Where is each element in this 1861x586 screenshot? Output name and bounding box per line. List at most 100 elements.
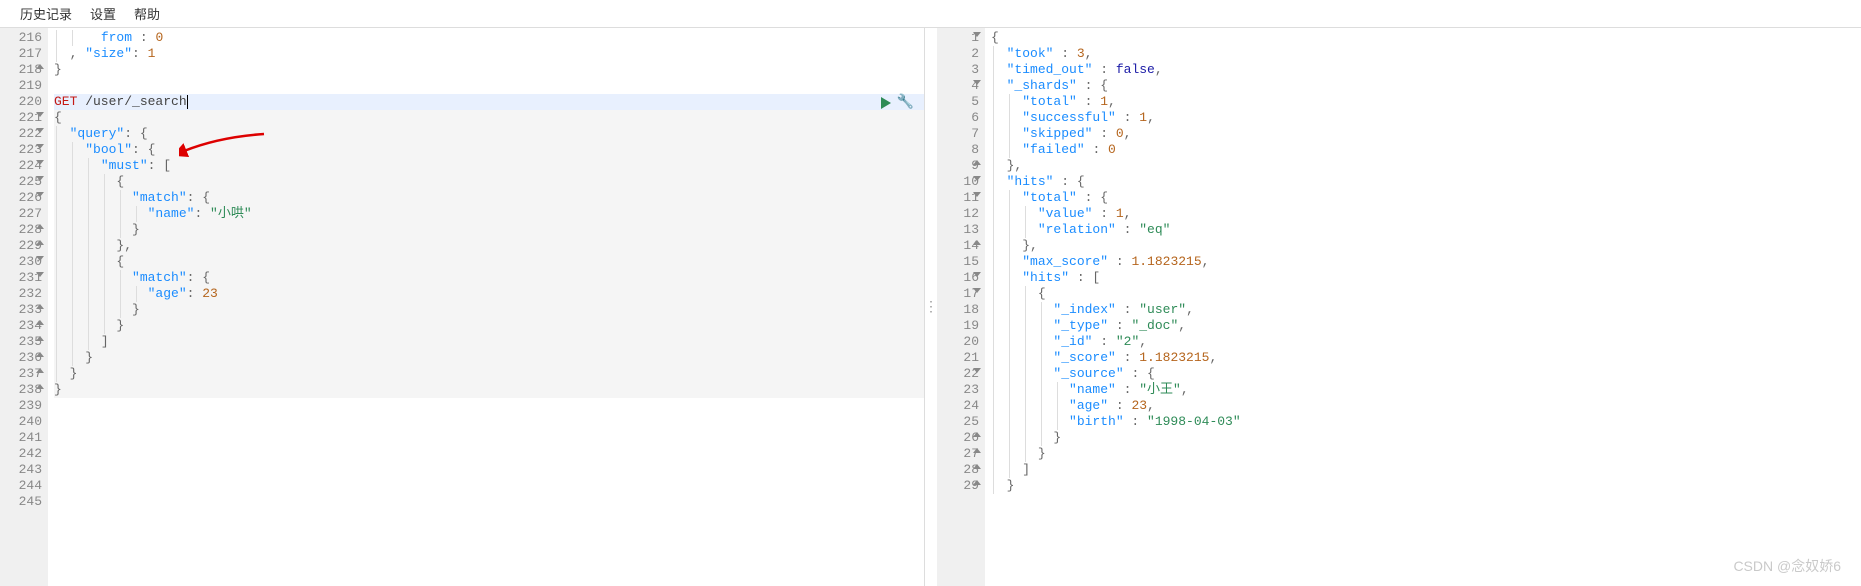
indent-guide xyxy=(1009,238,1010,254)
token-punc: , xyxy=(1209,350,1217,365)
indent-guide xyxy=(56,270,57,286)
fold-close-icon[interactable] xyxy=(36,368,44,373)
fold-close-icon[interactable] xyxy=(973,480,981,485)
line-number: 242 xyxy=(0,446,42,462)
token-key: "_score" xyxy=(1053,350,1115,365)
indent-guide xyxy=(993,94,994,110)
indent-guide xyxy=(72,222,73,238)
fold-close-icon[interactable] xyxy=(36,64,44,69)
indent-guide xyxy=(72,30,73,46)
indent-guide xyxy=(104,222,105,238)
line-number: 243 xyxy=(0,462,42,478)
indent-guide xyxy=(72,334,73,350)
code-line: "name" : "小王", xyxy=(991,382,1861,398)
fold-open-icon[interactable] xyxy=(36,272,44,277)
fold-close-icon[interactable] xyxy=(973,464,981,469)
token-punc: : xyxy=(1124,414,1147,429)
fold-open-icon[interactable] xyxy=(973,368,981,373)
indent-guide xyxy=(88,238,89,254)
fold-open-icon[interactable] xyxy=(973,80,981,85)
token-key: "total" xyxy=(1022,190,1077,205)
fold-open-icon[interactable] xyxy=(36,256,44,261)
token-punc: } xyxy=(132,222,140,237)
code-line: { xyxy=(54,110,924,126)
token-punc: : xyxy=(132,30,155,45)
indent-guide xyxy=(120,206,121,222)
fold-close-icon[interactable] xyxy=(36,384,44,389)
line-actions: 🔧 xyxy=(881,95,914,111)
indent-guide xyxy=(1009,462,1010,478)
fold-open-icon[interactable] xyxy=(36,160,44,165)
code-line: "failed" : 0 xyxy=(991,142,1861,158)
token-key: "relation" xyxy=(1038,222,1116,237)
code-line: } xyxy=(54,382,924,398)
token-num: 3 xyxy=(1077,46,1085,61)
indent-guide xyxy=(1009,350,1010,366)
code-line: ] xyxy=(54,334,924,350)
token-key: "_index" xyxy=(1053,302,1115,317)
token-punc: : xyxy=(1116,382,1139,397)
fold-close-icon[interactable] xyxy=(973,240,981,245)
menu-settings[interactable]: 设置 xyxy=(90,4,116,23)
indent-guide xyxy=(1041,302,1042,318)
fold-close-icon[interactable] xyxy=(36,224,44,229)
fold-open-icon[interactable] xyxy=(36,176,44,181)
token-punc: { xyxy=(54,110,62,125)
code-line: } xyxy=(54,222,924,238)
token-key: "name" xyxy=(148,206,195,221)
token-key: "_shards" xyxy=(1007,78,1077,93)
request-editor[interactable]: from : 0 , "size": 1}GET /user/_search🔧{… xyxy=(48,28,924,586)
indent-guide xyxy=(1041,414,1042,430)
fold-open-icon[interactable] xyxy=(973,192,981,197)
indent-guide xyxy=(88,190,89,206)
fold-close-icon[interactable] xyxy=(973,160,981,165)
fold-open-icon[interactable] xyxy=(36,192,44,197)
indent-guide xyxy=(88,222,89,238)
token-key: "max_score" xyxy=(1022,254,1108,269)
code-line xyxy=(54,462,924,478)
fold-close-icon[interactable] xyxy=(36,320,44,325)
fold-close-icon[interactable] xyxy=(973,448,981,453)
menu-help[interactable]: 帮助 xyxy=(134,4,160,23)
pane-splitter[interactable]: ⋮ xyxy=(925,28,937,586)
fold-open-icon[interactable] xyxy=(973,32,981,37)
indent-guide xyxy=(72,158,73,174)
token-key: "bool" xyxy=(85,142,132,157)
indent-guide xyxy=(136,286,137,302)
token-punc: : xyxy=(187,286,203,301)
indent-guide xyxy=(993,366,994,382)
token-punc: } xyxy=(116,318,124,333)
fold-open-icon[interactable] xyxy=(36,112,44,117)
fold-open-icon[interactable] xyxy=(36,144,44,149)
indent-guide xyxy=(56,206,57,222)
line-number: 19 xyxy=(937,318,979,334)
indent-guide xyxy=(1009,142,1010,158)
code-line: "value" : 1, xyxy=(991,206,1861,222)
code-line: "hits" : [ xyxy=(991,270,1861,286)
indent-guide xyxy=(120,302,121,318)
fold-open-icon[interactable] xyxy=(36,128,44,133)
indent-guide xyxy=(1025,430,1026,446)
token-num: 1 xyxy=(1100,94,1108,109)
fold-close-icon[interactable] xyxy=(36,336,44,341)
fold-open-icon[interactable] xyxy=(973,272,981,277)
indent-guide xyxy=(72,318,73,334)
run-query-icon[interactable] xyxy=(881,97,891,109)
fold-open-icon[interactable] xyxy=(973,176,981,181)
menu-history[interactable]: 历史记录 xyxy=(20,4,72,23)
fold-close-icon[interactable] xyxy=(36,240,44,245)
fold-close-icon[interactable] xyxy=(36,304,44,309)
fold-close-icon[interactable] xyxy=(973,432,981,437)
code-line: "query": { xyxy=(54,126,924,142)
indent-guide xyxy=(72,286,73,302)
indent-guide xyxy=(72,270,73,286)
indent-guide xyxy=(993,254,994,270)
indent-guide xyxy=(120,270,121,286)
indent-guide xyxy=(993,190,994,206)
token-key: from xyxy=(85,30,132,45)
fold-close-icon[interactable] xyxy=(36,352,44,357)
wrench-icon[interactable]: 🔧 xyxy=(897,95,914,111)
fold-open-icon[interactable] xyxy=(973,288,981,293)
token-num: 23 xyxy=(202,286,218,301)
token-key: "total" xyxy=(1022,94,1077,109)
